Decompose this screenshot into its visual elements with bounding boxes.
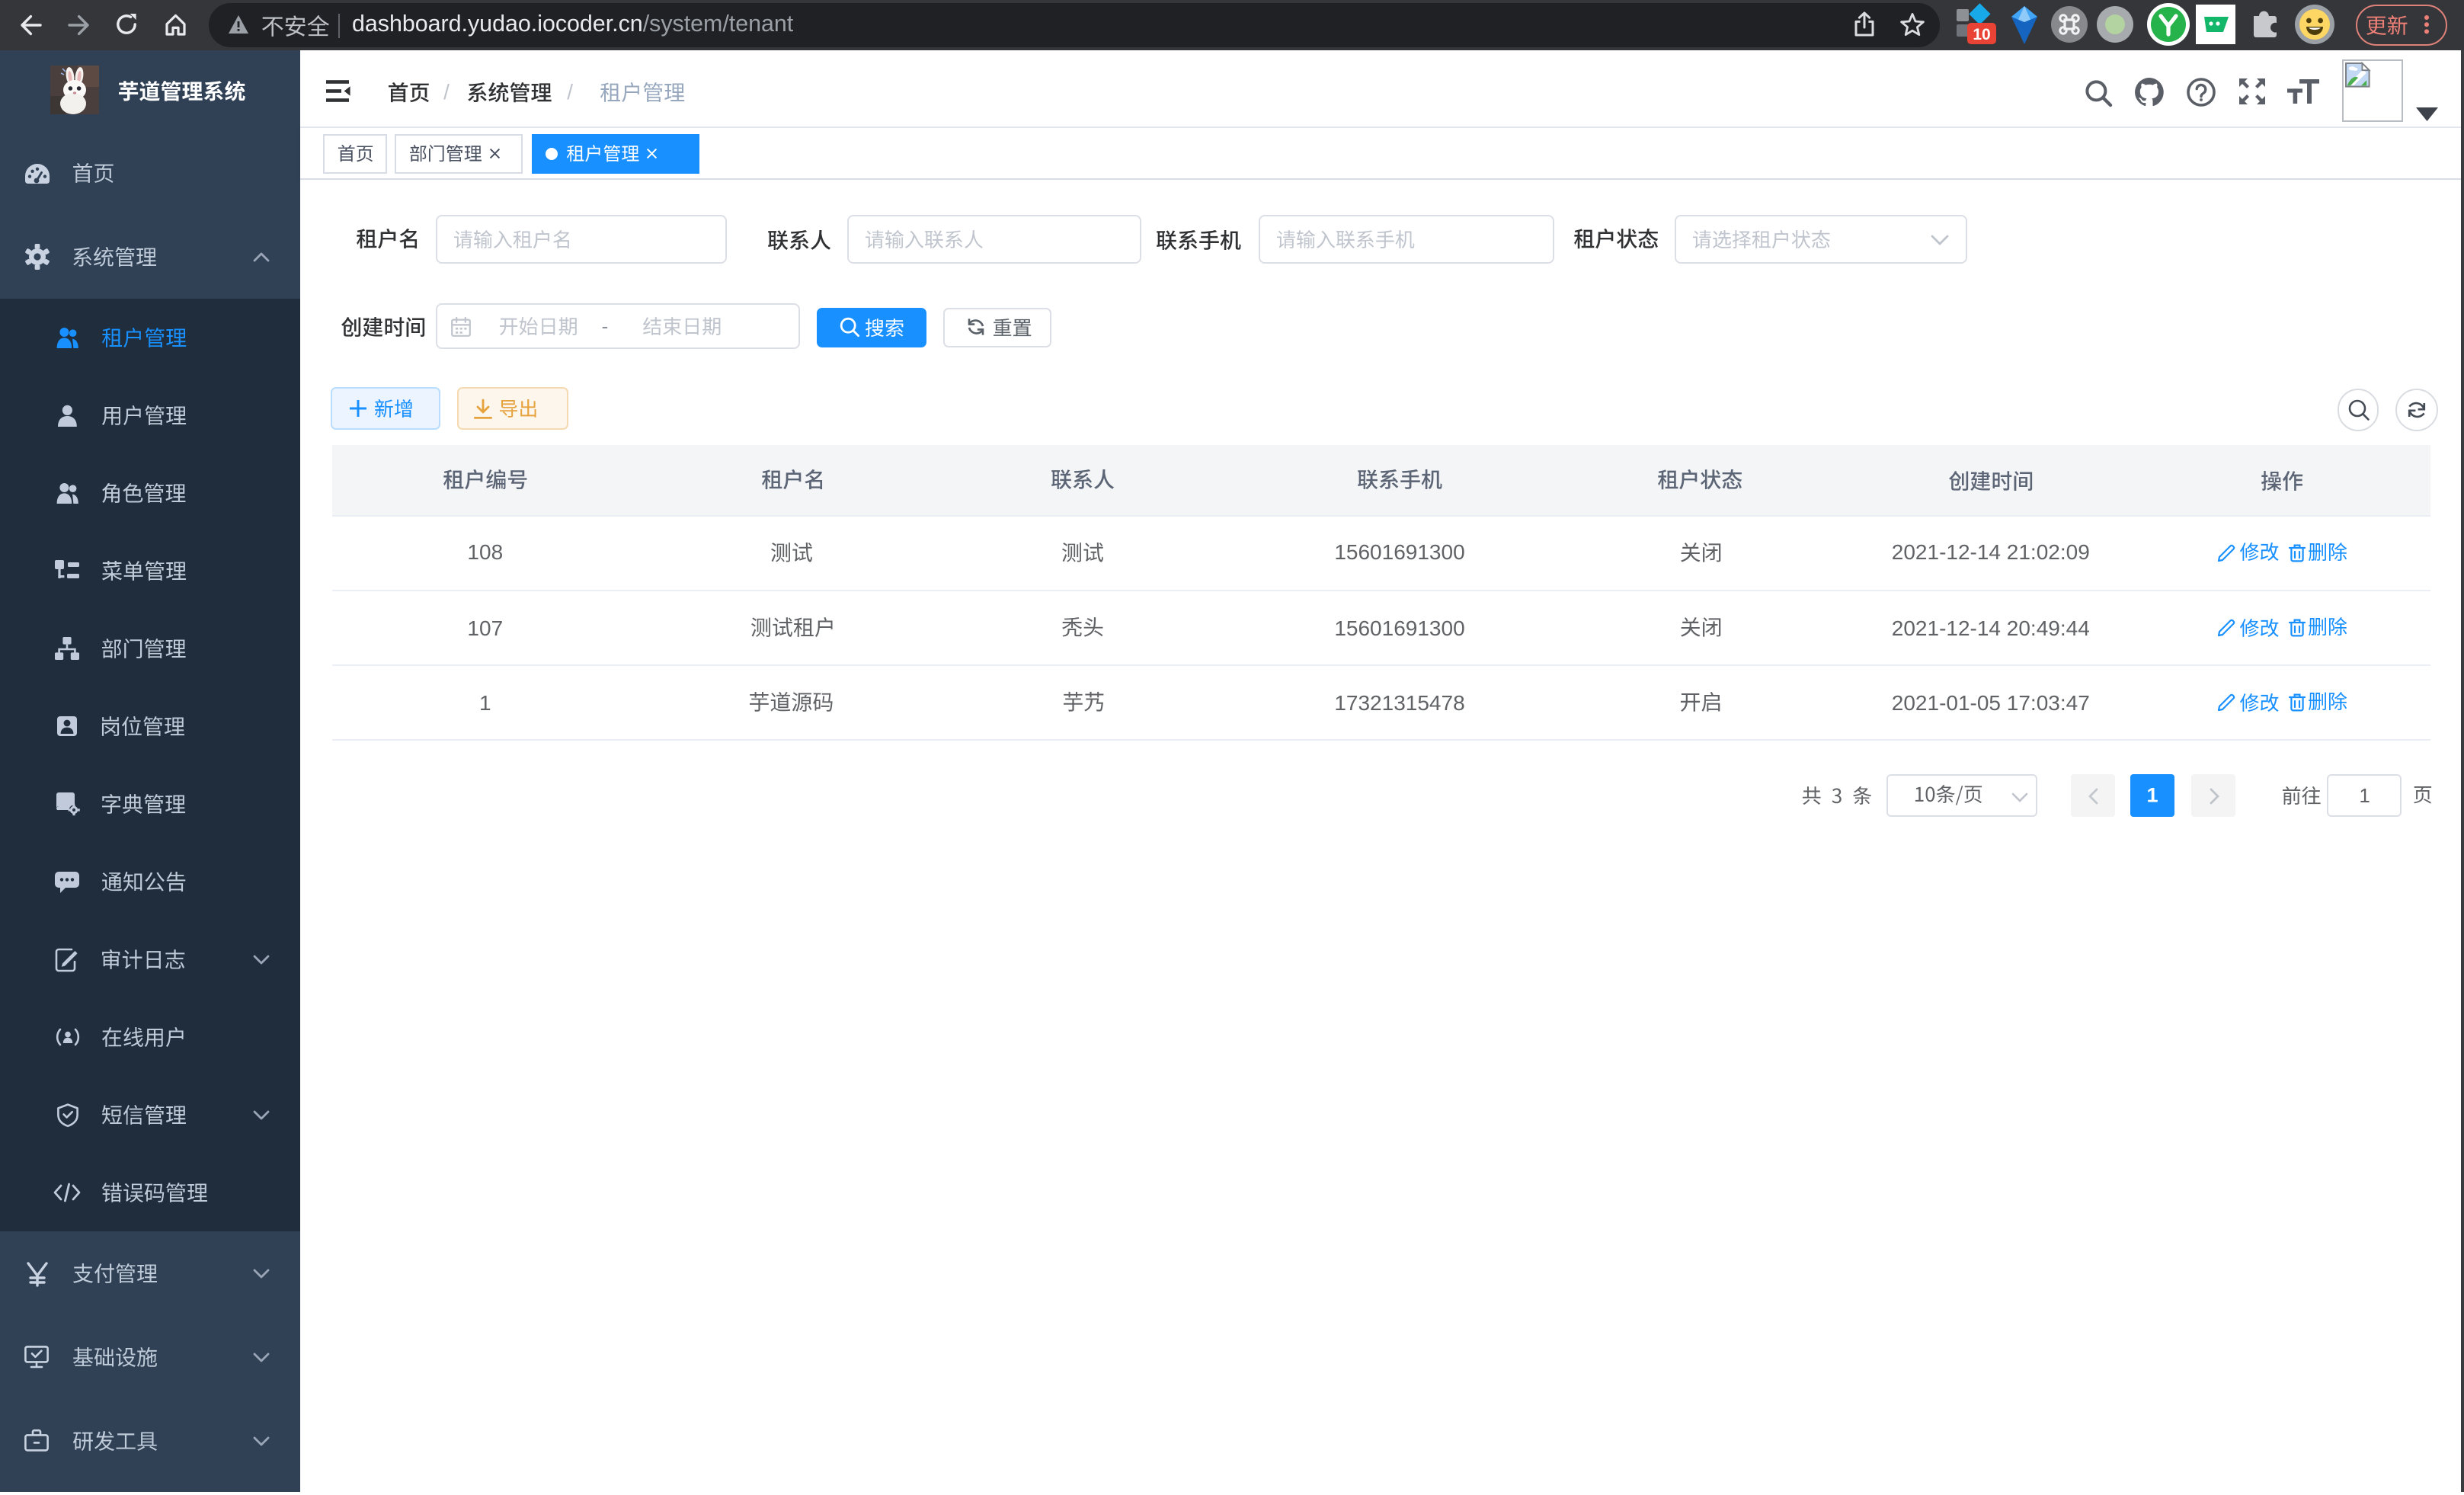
svg-text:10: 10 (1973, 26, 1990, 43)
